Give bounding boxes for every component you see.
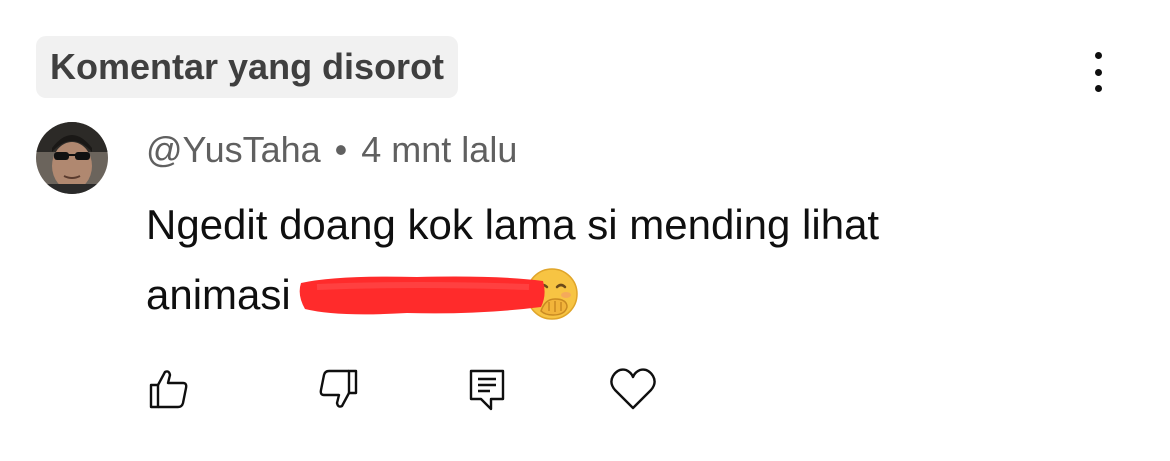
comment-body: Ngedit doang kok lama si mending lihat a… xyxy=(146,190,1106,330)
reply-icon xyxy=(469,369,505,411)
comment-author[interactable]: @YusTaha xyxy=(146,129,321,171)
meta-separator: • xyxy=(334,129,348,170)
avatar[interactable] xyxy=(36,122,108,194)
heart-icon xyxy=(610,368,656,410)
comment-body-line-2: animasi xyxy=(146,260,1106,330)
comment-body-line-1: Ngedit doang kok lama si mending lihat xyxy=(146,201,880,248)
thumbs-up-icon xyxy=(149,370,188,409)
comment-timestamp[interactable]: 4 mnt lalu xyxy=(361,129,517,171)
more-options-button[interactable] xyxy=(1076,48,1120,96)
highlighted-comment-label: Komentar yang disorot xyxy=(36,36,459,98)
reply-button[interactable] xyxy=(462,364,512,414)
redaction-mark xyxy=(297,268,547,315)
more-vert-icon xyxy=(1094,52,1102,59)
like-button[interactable] xyxy=(144,364,194,414)
heart-button[interactable] xyxy=(608,364,658,414)
comment-actions xyxy=(0,364,1170,414)
avatar-image xyxy=(36,122,108,194)
thumbs-down-icon xyxy=(319,369,358,408)
highlighted-comment-label-text: Komentar yang disorot xyxy=(50,46,445,87)
dislike-button[interactable] xyxy=(313,364,363,414)
comment-meta: @YusTaha • 4 mnt lalu xyxy=(146,126,517,174)
comment-body-line-2-text: animasi xyxy=(146,271,291,318)
